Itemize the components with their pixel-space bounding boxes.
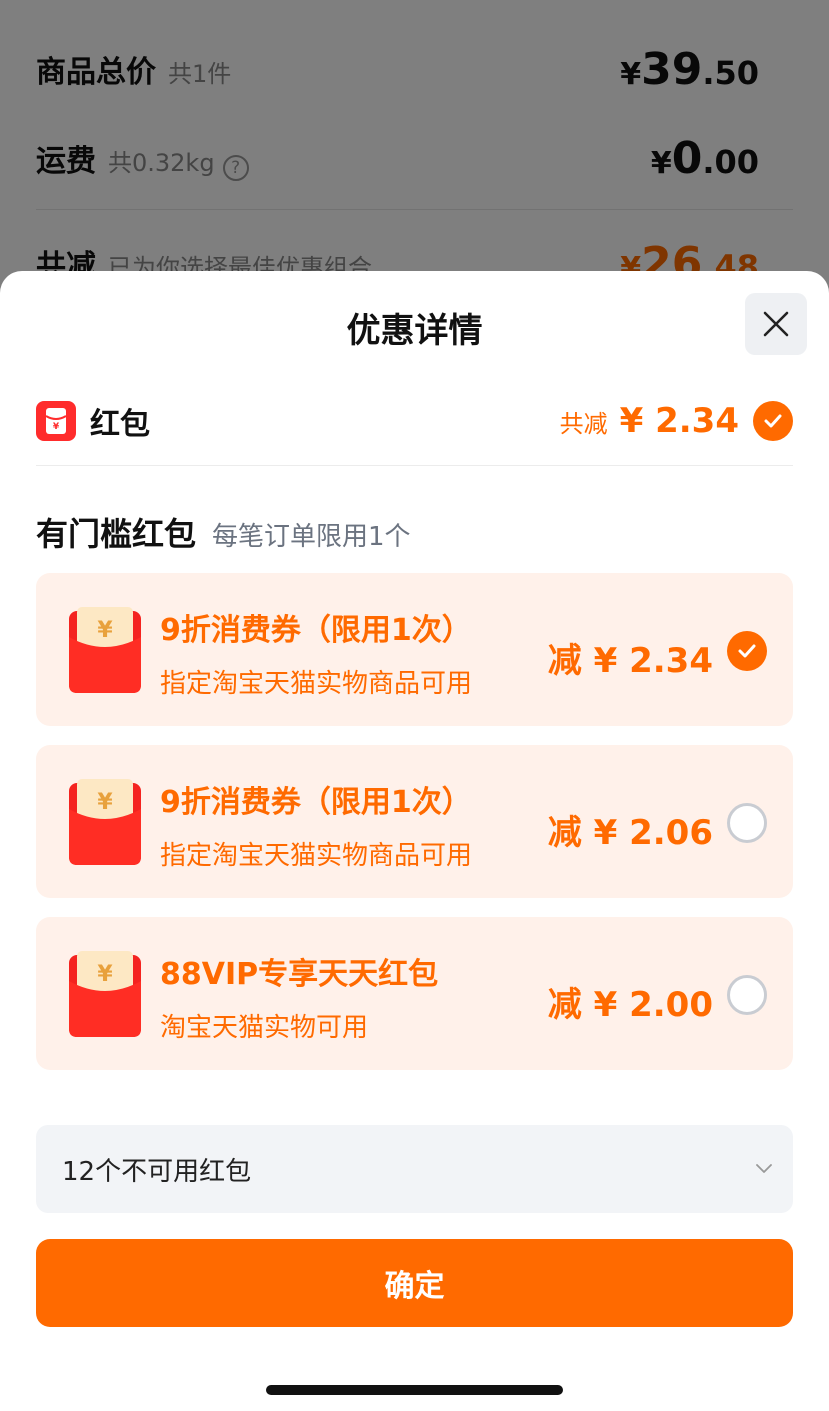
section-title: 有门槛红包 (36, 515, 197, 553)
coupon-card[interactable]: ¥ 88VIP专享天天红包 淘宝天猫实物可用 减 ¥ 2.00 (36, 917, 793, 1070)
coupon-amount: 减 ¥ 2.06 (547, 813, 713, 853)
red-packet-icon: ¥ (36, 401, 76, 441)
red-envelope-icon: ¥ (69, 951, 141, 1037)
discount-details-sheet: 优惠详情 ¥ 红包 共减 ¥ 2.34 有门槛红包 每笔订单限用1个 ¥ 9折消… (0, 271, 829, 1411)
red-packet-header[interactable]: ¥ 红包 共减 ¥ 2.34 (36, 399, 793, 443)
red-envelope-icon: ¥ (69, 779, 141, 865)
close-icon (763, 311, 789, 337)
threshold-section-header: 有门槛红包 每笔订单限用1个 (36, 509, 411, 555)
svg-text:¥: ¥ (53, 422, 60, 432)
svg-text:¥: ¥ (97, 962, 113, 987)
home-indicator[interactable] (266, 1385, 563, 1395)
svg-text:¥: ¥ (97, 618, 113, 643)
unavailable-label: 12个不可用红包 (62, 1156, 252, 1187)
red-envelope-icon: ¥ (69, 607, 141, 693)
total-discount-label: 共减 (559, 409, 608, 438)
coupon-amount: 减 ¥ 2.00 (547, 985, 713, 1025)
coupon-desc: 淘宝天猫实物可用 (160, 1013, 369, 1043)
svg-text:¥: ¥ (97, 790, 113, 815)
coupon-amount: 减 ¥ 2.34 (547, 641, 713, 681)
checkmark-icon[interactable] (727, 631, 767, 671)
coupon-title: 9折消费券（限用1次） (160, 613, 472, 648)
coupon-card[interactable]: ¥ 9折消费券（限用1次） 指定淘宝天猫实物商品可用 减 ¥ 2.06 (36, 745, 793, 898)
coupon-title: 9折消费券（限用1次） (160, 785, 472, 820)
coupon-desc: 指定淘宝天猫实物商品可用 (160, 841, 473, 871)
coupon-card[interactable]: ¥ 9折消费券（限用1次） 指定淘宝天猫实物商品可用 减 ¥ 2.34 (36, 573, 793, 726)
coupon-title: 88VIP专享天天红包 (160, 957, 439, 992)
chevron-down-icon (756, 1164, 772, 1173)
radio-button[interactable] (727, 975, 767, 1015)
confirm-button[interactable]: 确定 (36, 1239, 793, 1327)
divider (36, 465, 793, 466)
section-note: 每笔订单限用1个 (212, 522, 411, 552)
red-packet-title: 红包 (90, 407, 150, 442)
checkmark-icon[interactable] (753, 401, 793, 441)
coupon-desc: 指定淘宝天猫实物商品可用 (160, 669, 473, 699)
radio-button[interactable] (727, 803, 767, 843)
unavailable-red-packets-dropdown[interactable]: 12个不可用红包 (36, 1125, 793, 1213)
sheet-title: 优惠详情 (346, 311, 483, 351)
total-discount-amount: ¥ 2.34 (619, 401, 739, 441)
close-button[interactable] (745, 293, 807, 355)
